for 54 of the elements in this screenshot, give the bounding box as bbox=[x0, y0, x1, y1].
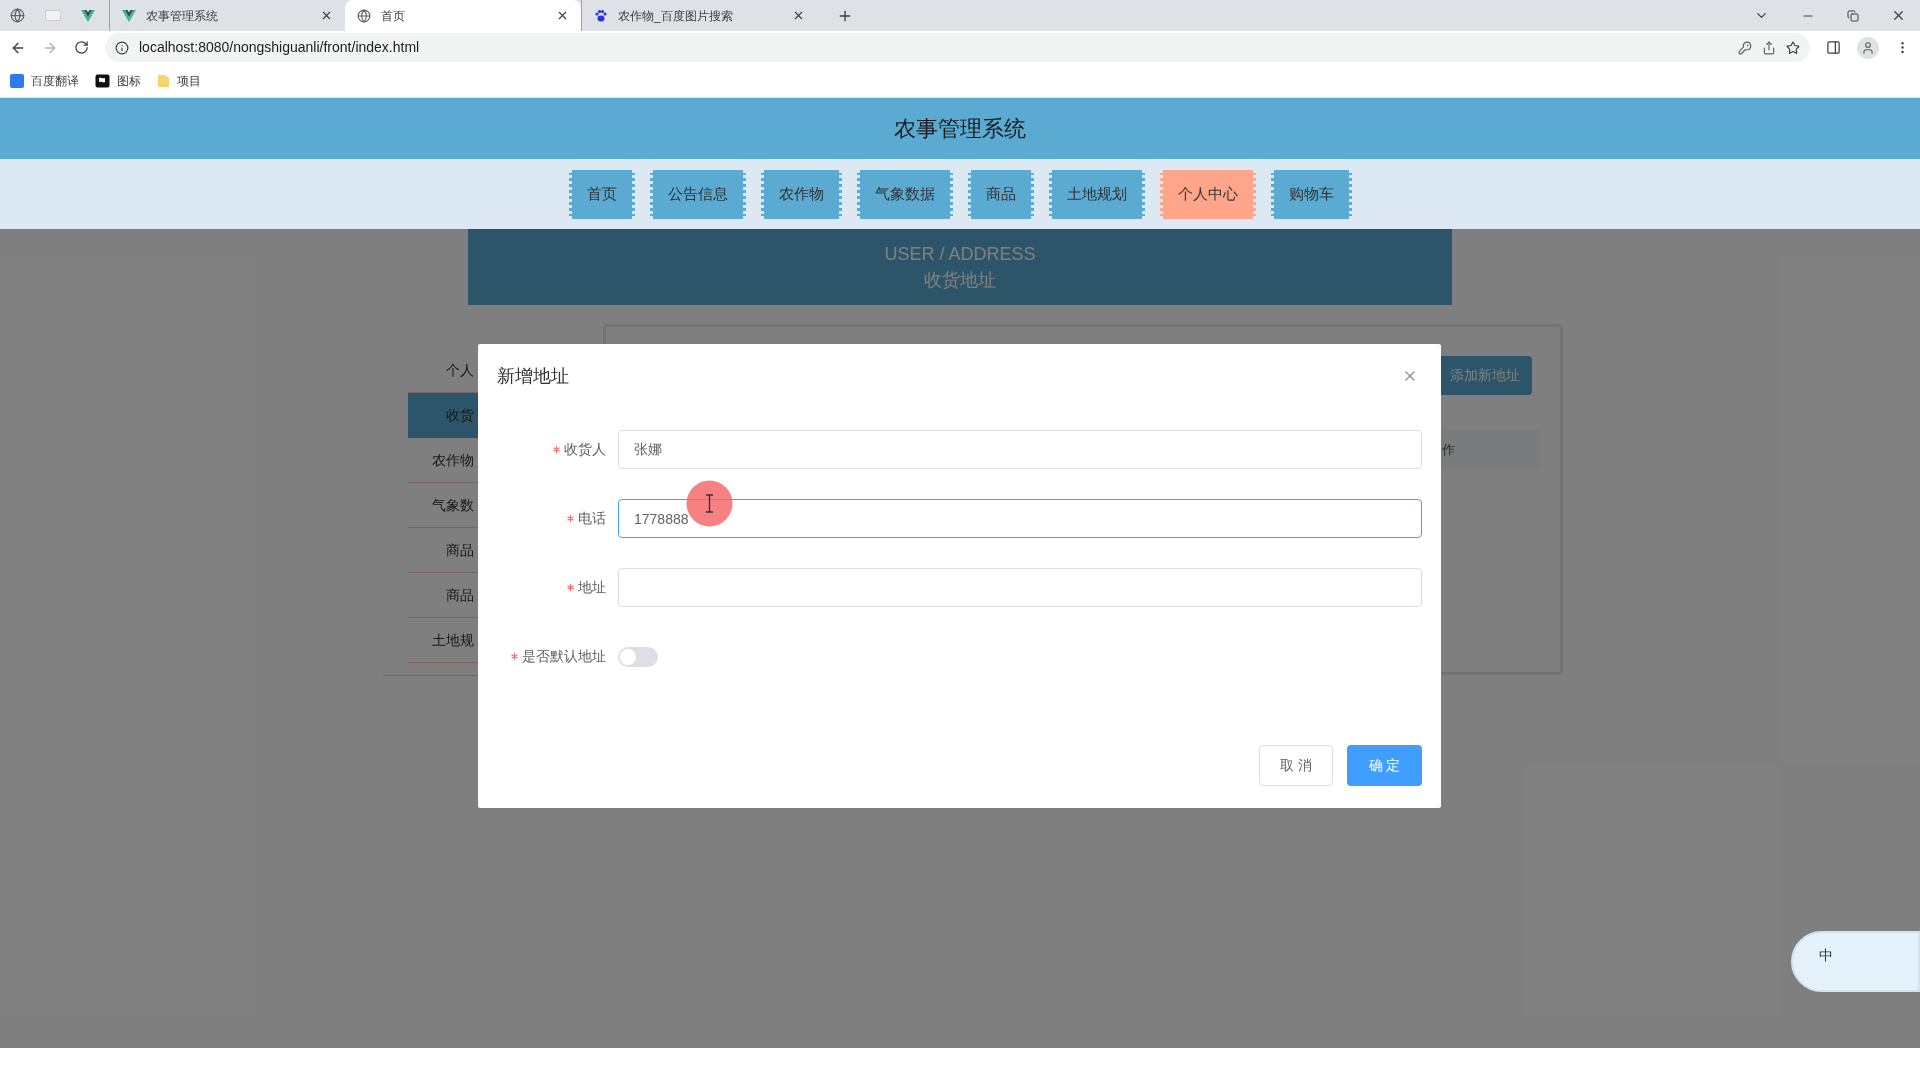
info-icon[interactable] bbox=[115, 40, 129, 55]
tab-title: 农作物_百度图片搜索 bbox=[618, 7, 734, 25]
bookmark-star-icon[interactable] bbox=[1786, 40, 1800, 55]
paw-icon bbox=[594, 8, 608, 23]
url-text: localhost:8080/nongshiguanli/front/index.html bbox=[139, 38, 420, 57]
globe-icon bbox=[357, 8, 371, 23]
nav-tab[interactable]: 气象数据 bbox=[856, 169, 953, 219]
share-icon[interactable] bbox=[1762, 40, 1776, 55]
browser-tab[interactable]: 首页 bbox=[345, 0, 581, 31]
text-field[interactable] bbox=[618, 568, 1422, 607]
nav-tab[interactable]: 公告信息 bbox=[649, 169, 746, 219]
side-panel-icon[interactable] bbox=[1826, 40, 1841, 55]
column-heading: 作 bbox=[1441, 440, 1455, 459]
address-bar[interactable]: localhost:8080/nongshiguanli/front/index.html bbox=[105, 33, 1810, 62]
bookmark-link[interactable]: 图标 bbox=[117, 71, 141, 90]
text-field[interactable]: 1778888 bbox=[618, 499, 1422, 538]
key-icon[interactable] bbox=[1738, 40, 1752, 55]
field-label: 收货人 bbox=[564, 440, 606, 459]
field-label: 电话 bbox=[578, 509, 606, 528]
reload-icon[interactable] bbox=[74, 40, 89, 55]
default-address-toggle[interactable] bbox=[618, 646, 658, 667]
globe-icon[interactable] bbox=[10, 8, 25, 23]
nav-tab[interactable]: 首页 bbox=[568, 169, 635, 219]
text-field[interactable]: 张娜 bbox=[618, 430, 1422, 469]
tab-title: 农事管理系统 bbox=[146, 7, 219, 25]
close-tab-icon[interactable] bbox=[320, 9, 333, 22]
close-window-icon[interactable] bbox=[1891, 8, 1906, 23]
field-label: 是否默认地址 bbox=[522, 647, 606, 666]
ime-widget[interactable]: 中 bbox=[1791, 931, 1920, 992]
folder-icon bbox=[157, 73, 170, 88]
site-title: 农事管理系统 bbox=[894, 115, 1026, 143]
banner-title: 收货地址 bbox=[924, 269, 996, 292]
bookmark-link[interactable]: 百度翻译 bbox=[31, 71, 79, 90]
vue-logo-icon bbox=[81, 9, 95, 22]
close-tab-icon[interactable] bbox=[792, 9, 805, 22]
cursor-highlight-icon bbox=[686, 480, 733, 527]
flag-icon bbox=[95, 73, 110, 88]
bookmark-link[interactable]: 项目 bbox=[177, 71, 201, 90]
banner-subtitle: USER / ADDRESS bbox=[884, 243, 1036, 266]
cancel-button[interactable]: 取 消 bbox=[1259, 745, 1333, 786]
tab-title: 首页 bbox=[381, 7, 406, 25]
close-tab-icon[interactable] bbox=[556, 9, 569, 22]
nav-tab[interactable]: 商品 bbox=[967, 169, 1034, 219]
nav-tab[interactable]: 农作物 bbox=[760, 169, 842, 219]
nav-tab[interactable]: 土地规划 bbox=[1048, 169, 1145, 219]
translate-icon bbox=[10, 73, 24, 88]
field-label: 地址 bbox=[578, 578, 606, 597]
vue-logo-icon bbox=[122, 9, 136, 22]
nav-tab[interactable]: 个人中心 bbox=[1159, 169, 1256, 219]
nav-tab[interactable]: 购物车 bbox=[1270, 169, 1352, 219]
dialog-title: 新增地址 bbox=[497, 364, 569, 388]
ime-mode-label: 中 bbox=[1819, 946, 1833, 965]
restore-icon[interactable] bbox=[1847, 9, 1859, 22]
profile-avatar[interactable] bbox=[1857, 36, 1879, 59]
